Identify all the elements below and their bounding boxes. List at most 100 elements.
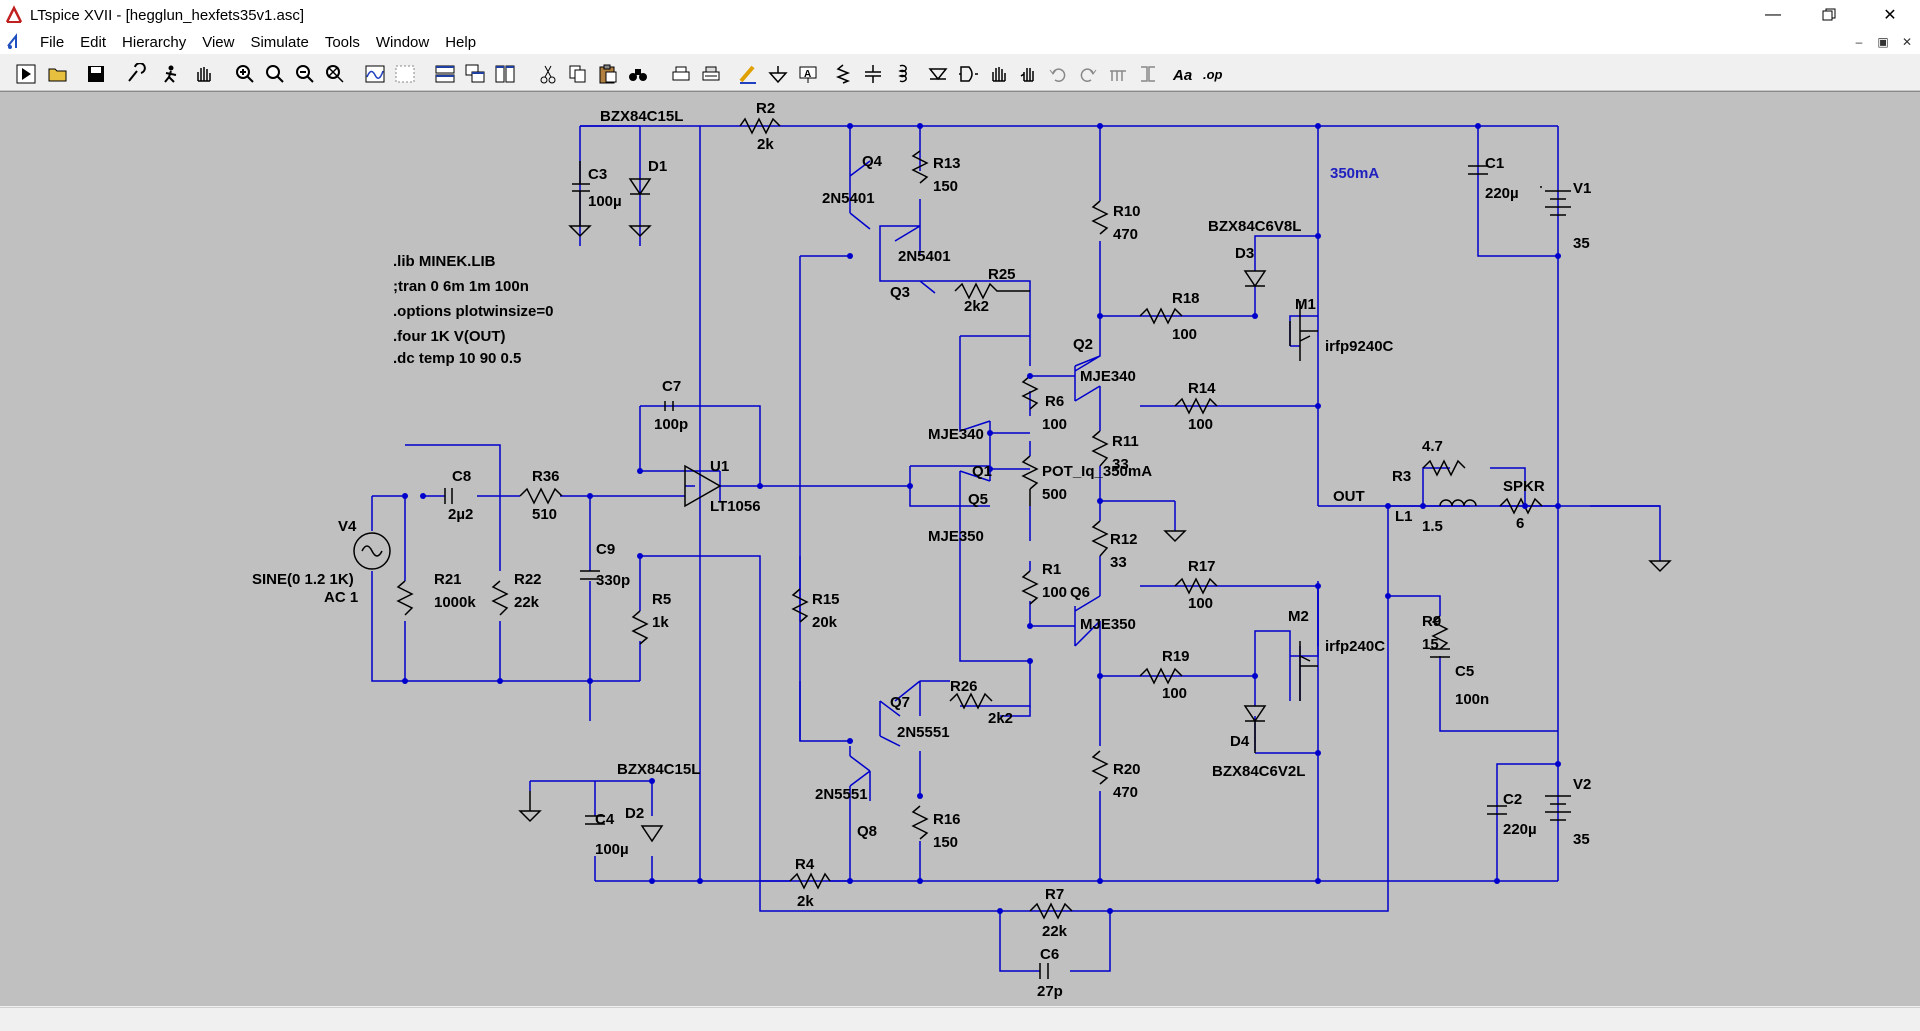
- copy-button[interactable]: [565, 61, 591, 87]
- label-net-button[interactable]: A: [795, 61, 821, 87]
- redo-button[interactable]: [1075, 61, 1101, 87]
- diode-button[interactable]: [925, 61, 951, 87]
- maximize-button[interactable]: [1801, 0, 1857, 30]
- cascade-button[interactable]: [462, 61, 488, 87]
- save-button[interactable]: [83, 61, 109, 87]
- label-r13[interactable]: R13: [933, 155, 961, 172]
- label-c4-value[interactable]: 100µ: [595, 841, 629, 858]
- menu-file[interactable]: File: [32, 34, 72, 51]
- label-v2-value[interactable]: 35: [1573, 831, 1590, 848]
- label-c3-value[interactable]: 100µ: [588, 193, 622, 210]
- mdi-restore-button[interactable]: ▣: [1872, 32, 1894, 52]
- label-r5[interactable]: R5: [652, 591, 671, 608]
- label-r19-value[interactable]: 100: [1162, 685, 1187, 702]
- label-r11[interactable]: R11: [1112, 433, 1139, 450]
- directive-options[interactable]: .options plotwinsize=0: [393, 303, 553, 320]
- document-icon[interactable]: [4, 32, 24, 52]
- label-bzx-d1[interactable]: BZX84C15L: [600, 108, 683, 125]
- label-c8-value[interactable]: 2µ2: [448, 506, 473, 523]
- label-q2[interactable]: Q2: [1073, 336, 1093, 353]
- label-pot-value[interactable]: 500: [1042, 486, 1067, 503]
- label-c7-value[interactable]: 100p: [654, 416, 688, 433]
- rotate-button[interactable]: [1105, 61, 1131, 87]
- label-r19[interactable]: R19: [1162, 648, 1190, 665]
- tile-horizontal-button[interactable]: [432, 61, 458, 87]
- directive-four[interactable]: .four 1K V(OUT): [393, 328, 506, 345]
- label-r1-value[interactable]: 100: [1042, 584, 1067, 601]
- label-pot[interactable]: POT_Iq_350mA: [1042, 463, 1152, 480]
- label-sine[interactable]: SINE(0 1.2 1K): [252, 571, 354, 588]
- label-v4[interactable]: V4: [338, 518, 357, 535]
- zoom-fit-button[interactable]: [322, 61, 348, 87]
- close-button[interactable]: ✕: [1862, 0, 1918, 30]
- label-r7[interactable]: R7: [1045, 886, 1064, 903]
- label-r36-value[interactable]: 510: [532, 506, 557, 523]
- label-q7-model[interactable]: 2N5551: [897, 724, 950, 741]
- label-r10-value[interactable]: 470: [1113, 226, 1138, 243]
- label-r26-value[interactable]: 2k2: [988, 710, 1013, 727]
- label-q1[interactable]: Q1: [972, 463, 992, 480]
- label-r5-value[interactable]: 1k: [652, 614, 669, 631]
- label-q4-model[interactable]: 2N5401: [822, 190, 875, 207]
- label-r22-value[interactable]: 22k: [514, 594, 540, 611]
- label-c6-value[interactable]: 27p: [1037, 983, 1063, 1000]
- label-q5-model[interactable]: MJE350: [928, 528, 984, 545]
- directive-dc[interactable]: .dc temp 10 90 0.5: [393, 350, 521, 367]
- spice-directive-button[interactable]: .op: [1200, 61, 1226, 87]
- zoom-area-button[interactable]: [262, 61, 288, 87]
- label-r26[interactable]: R26: [950, 678, 978, 695]
- label-c5-value[interactable]: 100n: [1455, 691, 1489, 708]
- label-q3[interactable]: Q3: [890, 284, 910, 301]
- label-u1-model[interactable]: LT1056: [710, 498, 761, 515]
- waveform-button[interactable]: [362, 61, 388, 87]
- label-r9-value[interactable]: 15: [1422, 636, 1439, 653]
- label-r18[interactable]: R18: [1172, 290, 1200, 307]
- pan-button[interactable]: [190, 61, 216, 87]
- label-q8[interactable]: Q8: [857, 823, 877, 840]
- capacitor-button[interactable]: [860, 61, 886, 87]
- menu-hierarchy[interactable]: Hierarchy: [114, 34, 194, 51]
- label-m2[interactable]: M2: [1288, 608, 1309, 625]
- menu-edit[interactable]: Edit: [72, 34, 114, 51]
- label-r20[interactable]: R20: [1113, 761, 1141, 778]
- menu-tools[interactable]: Tools: [317, 34, 368, 51]
- drag-button[interactable]: [1015, 61, 1041, 87]
- mdi-minimize-button[interactable]: –: [1848, 32, 1870, 52]
- move-button[interactable]: [985, 61, 1011, 87]
- halt-button[interactable]: [158, 61, 184, 87]
- print-preview-button[interactable]: [698, 61, 724, 87]
- label-d3[interactable]: D3: [1235, 245, 1254, 262]
- label-q8-model[interactable]: 2N5551: [815, 786, 868, 803]
- label-c3[interactable]: C3: [588, 166, 607, 183]
- label-bzx-d4[interactable]: BZX84C6V2L: [1212, 763, 1305, 780]
- label-r2[interactable]: R2: [756, 100, 775, 117]
- cut-button[interactable]: [535, 61, 561, 87]
- label-q1-model[interactable]: MJE340: [928, 426, 984, 443]
- directive-lib[interactable]: .lib MINEK.LIB: [393, 253, 496, 270]
- label-q7[interactable]: Q7: [890, 694, 910, 711]
- mdi-close-button[interactable]: ✕: [1896, 32, 1918, 52]
- label-v2[interactable]: V2: [1573, 776, 1591, 793]
- label-l1[interactable]: L1: [1395, 508, 1413, 525]
- undo-button[interactable]: [1045, 61, 1071, 87]
- label-r17[interactable]: R17: [1188, 558, 1216, 575]
- label-r10[interactable]: R10: [1113, 203, 1141, 220]
- label-r18-value[interactable]: 100: [1172, 326, 1197, 343]
- label-c8[interactable]: C8: [452, 468, 471, 485]
- label-r16[interactable]: R16: [933, 811, 961, 828]
- label-m1[interactable]: M1: [1295, 296, 1316, 313]
- control-panel-button[interactable]: [123, 61, 149, 87]
- label-r17-value[interactable]: 100: [1188, 595, 1213, 612]
- component-button[interactable]: [955, 61, 981, 87]
- label-r22[interactable]: R22: [514, 571, 542, 588]
- schematic-canvas[interactable]: .lib MINEK.LIB ;tran 0 6m 1m 100n .optio…: [0, 91, 1920, 1006]
- label-q5[interactable]: Q5: [968, 491, 988, 508]
- menu-window[interactable]: Window: [368, 34, 437, 51]
- label-r25[interactable]: R25: [988, 266, 1016, 283]
- menu-view[interactable]: View: [194, 34, 242, 51]
- label-d4[interactable]: D4: [1230, 733, 1250, 750]
- label-out[interactable]: OUT: [1333, 488, 1365, 505]
- menu-help[interactable]: Help: [437, 34, 484, 51]
- label-spkr-value[interactable]: 6: [1516, 515, 1524, 532]
- label-c1[interactable]: C1: [1485, 155, 1504, 172]
